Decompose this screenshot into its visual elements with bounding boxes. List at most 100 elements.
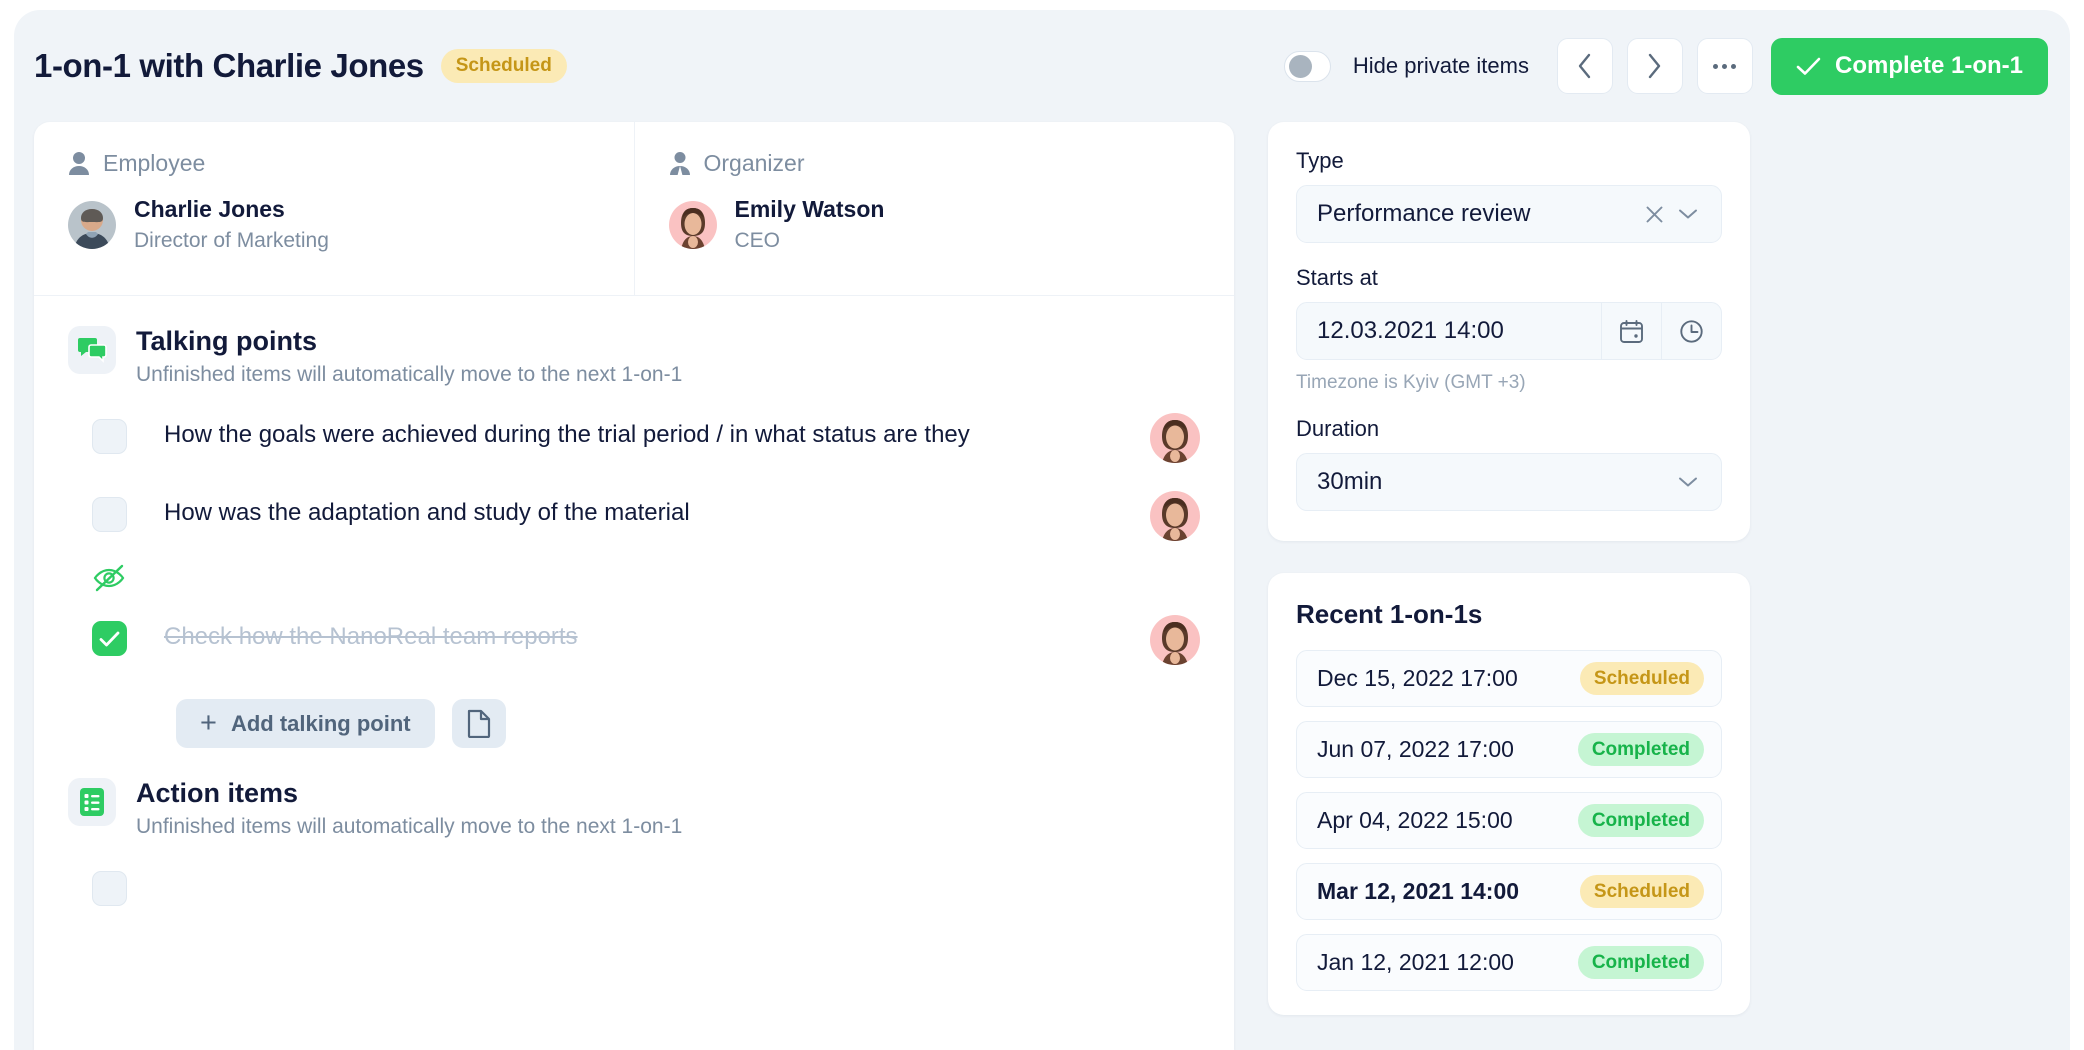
timezone-hint: Timezone is Kyiv (GMT +3) xyxy=(1296,372,1526,393)
recent-1on1-item[interactable]: Dec 15, 2022 17:00 Scheduled xyxy=(1296,650,1722,707)
open-time-picker-button[interactable] xyxy=(1661,303,1721,359)
organizer-name: Emily Watson xyxy=(734,196,885,222)
recent-1on1-item[interactable]: Mar 12, 2021 14:00 Scheduled xyxy=(1296,863,1722,920)
action-items-heading-text: Action items Unfinished items will autom… xyxy=(136,778,682,839)
more-options-button[interactable] xyxy=(1696,38,1753,94)
action-items-subtitle: Unfinished items will automatically move… xyxy=(136,815,683,839)
check-icon xyxy=(1796,57,1821,75)
recent-1on1-date: Mar 12, 2021 14:00 xyxy=(1317,878,1520,904)
status-badge: Scheduled xyxy=(440,49,567,83)
talking-point-row[interactable]: How was the adaptation and study of the … xyxy=(34,483,1234,561)
talking-points-subtitle: Unfinished items will automatically move… xyxy=(136,363,683,387)
talking-point-checkbox[interactable] xyxy=(92,419,127,455)
talking-point-row[interactable]: Check how the NanoReal team reports xyxy=(34,607,1234,685)
checklist-icon xyxy=(68,778,116,827)
recent-1on1-date: Jan 12, 2021 12:00 xyxy=(1317,949,1514,975)
recent-1on1s-panel: Recent 1-on-1s Dec 15, 2022 17:00 Schedu… xyxy=(1268,573,1750,1015)
recent-1on1-date: Dec 15, 2022 17:00 xyxy=(1317,665,1518,691)
employee-name: Charlie Jones xyxy=(134,196,285,222)
action-item-checkbox[interactable] xyxy=(92,871,127,907)
talking-point-checkbox[interactable] xyxy=(92,497,127,533)
recent-1on1-status: Scheduled xyxy=(1579,875,1704,908)
open-calendar-button[interactable] xyxy=(1601,303,1661,359)
recent-1on1-status: Completed xyxy=(1577,946,1704,979)
starts-at-input[interactable]: 12.03.2021 14:00 xyxy=(1296,302,1722,360)
starts-at-field-group: Starts at 12.03.2021 14:00 Timezone is K… xyxy=(1296,265,1722,394)
talking-point-author-avatar xyxy=(1150,491,1200,542)
employee-role-label: Employee xyxy=(103,150,206,176)
duration-field-group: Duration 30min xyxy=(1296,416,1722,511)
employee-person[interactable]: Charlie Jones Director of Marketing xyxy=(68,196,600,254)
type-label: Type xyxy=(1296,148,1344,173)
person-icon xyxy=(69,152,89,175)
talking-point-author-avatar xyxy=(1150,615,1200,666)
talking-point-row[interactable]: How the goals were achieved during the t… xyxy=(34,405,1234,483)
starts-at-value: 12.03.2021 14:00 xyxy=(1317,317,1504,344)
talking-points-heading-text: Talking points Unfinished items will aut… xyxy=(136,326,682,387)
meeting-details-panel: Type Performance review Starts at 12.03.… xyxy=(1268,122,1750,541)
recent-1on1-item[interactable]: Jan 12, 2021 12:00 Completed xyxy=(1296,934,1722,991)
duration-label: Duration xyxy=(1296,416,1380,441)
recent-1on1s-title: Recent 1-on-1s xyxy=(1296,599,1483,629)
ellipsis-icon xyxy=(1713,63,1737,69)
organizer-info: Emily Watson CEO xyxy=(735,196,885,254)
eye-off-icon xyxy=(93,564,125,592)
type-value: Performance review xyxy=(1317,200,1531,227)
recent-1on1-status: Completed xyxy=(1577,733,1704,766)
type-select[interactable]: Performance review xyxy=(1296,185,1722,243)
hide-private-items-label: Hide private items xyxy=(1352,53,1529,78)
talking-point-template-button[interactable] xyxy=(451,699,506,749)
action-items-list xyxy=(34,839,1234,935)
next-button[interactable] xyxy=(1626,38,1683,94)
header-left-group: 1-on-1 with Charlie Jones Scheduled xyxy=(34,47,567,85)
talking-points-header: Talking points Unfinished items will aut… xyxy=(34,296,1234,387)
talking-points-title: Talking points xyxy=(136,326,317,356)
talking-points-list: How the goals were achieved during the t… xyxy=(34,387,1234,749)
organizer-person[interactable]: Emily Watson CEO xyxy=(668,196,1201,254)
talking-point-text: How was the adaptation and study of the … xyxy=(164,499,690,527)
header-actions: Hide private items Complete 1-on-1 xyxy=(1283,37,2048,95)
talking-point-checkbox[interactable] xyxy=(92,621,127,657)
organizer-column: Organizer Emily Watson CEO xyxy=(633,122,1235,295)
organizer-role-line: Organizer xyxy=(669,150,1201,177)
type-dropdown-toggle[interactable] xyxy=(1671,208,1705,220)
page-header: 1-on-1 with Charlie Jones Scheduled Hide… xyxy=(14,10,2070,122)
chevron-left-icon xyxy=(1579,53,1591,79)
document-icon xyxy=(467,709,490,739)
chevron-down-icon xyxy=(1679,477,1697,487)
recent-1on1-item[interactable]: Apr 04, 2022 15:00 Completed xyxy=(1296,792,1722,849)
page-title: 1-on-1 with Charlie Jones xyxy=(34,47,424,84)
chevron-right-icon xyxy=(1649,53,1661,79)
complete-1on1-label: Complete 1-on-1 xyxy=(1834,52,2023,79)
talking-point-private-indicator[interactable] xyxy=(34,561,1234,607)
add-talking-point-button[interactable]: + Add talking point xyxy=(176,699,435,749)
starts-at-label: Starts at xyxy=(1296,265,1378,290)
duration-select[interactable]: 30min xyxy=(1296,453,1722,511)
close-icon xyxy=(1646,206,1662,222)
meeting-main-card: Employee Charlie Jones Director of Marke… xyxy=(34,122,1234,1050)
previous-button[interactable] xyxy=(1556,38,1613,94)
duration-value: 30min xyxy=(1317,468,1383,495)
talking-points-actions: + Add talking point xyxy=(34,685,1234,749)
employee-column: Employee Charlie Jones Director of Marke… xyxy=(34,122,634,295)
chevron-down-icon xyxy=(1679,209,1697,219)
complete-1on1-button[interactable]: Complete 1-on-1 xyxy=(1770,37,2048,95)
clock-icon xyxy=(1680,319,1703,343)
hide-private-items-toggle[interactable] xyxy=(1283,50,1331,82)
recent-1on1-date: Jun 07, 2022 17:00 xyxy=(1317,736,1514,762)
talking-point-text: How the goals were achieved during the t… xyxy=(164,421,970,449)
duration-dropdown-toggle[interactable] xyxy=(1671,476,1705,488)
business-person-icon xyxy=(669,152,690,175)
action-items-title: Action items xyxy=(136,778,299,809)
speech-bubbles-icon xyxy=(68,326,116,374)
employee-title: Director of Marketing xyxy=(134,228,329,252)
recent-1on1-item[interactable]: Jun 07, 2022 17:00 Completed xyxy=(1296,721,1722,778)
recent-1on1-status: Scheduled xyxy=(1579,662,1704,695)
app-window: 1-on-1 with Charlie Jones Scheduled Hide… xyxy=(14,10,2070,1050)
recent-1on1-status: Completed xyxy=(1577,804,1704,837)
action-items-header: Action items Unfinished items will autom… xyxy=(34,748,1234,839)
talking-point-author-avatar xyxy=(1150,413,1200,464)
action-item-row[interactable] xyxy=(34,857,1234,935)
type-clear-button[interactable] xyxy=(1637,205,1671,224)
employee-role-line: Employee xyxy=(68,150,600,177)
